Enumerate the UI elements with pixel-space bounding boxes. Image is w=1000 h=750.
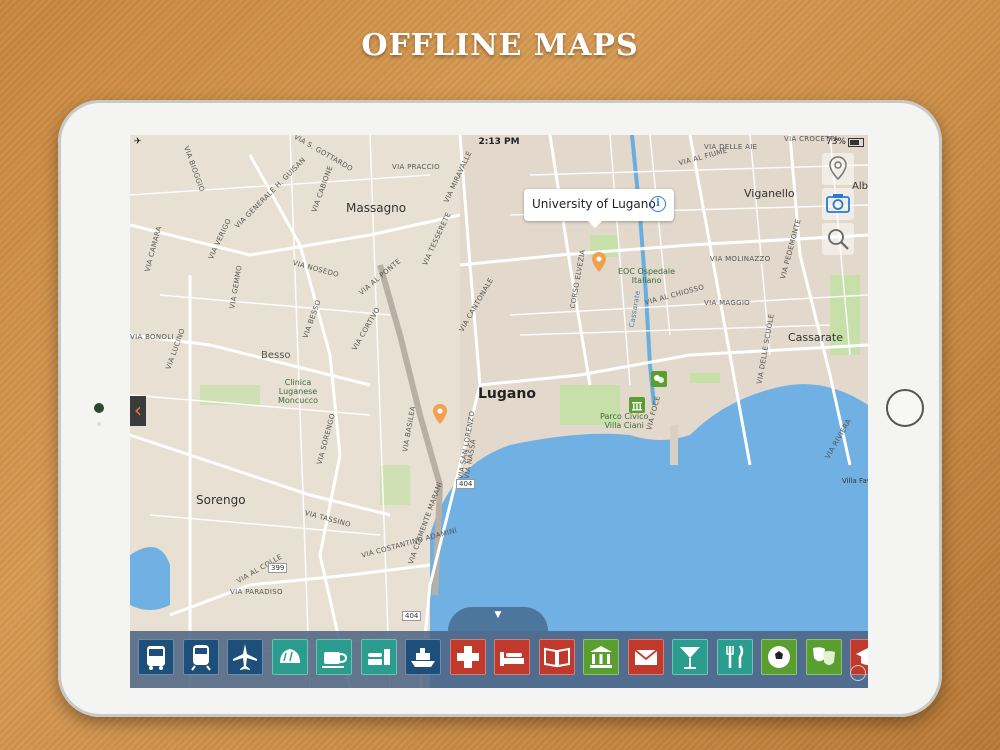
book-category-button[interactable] bbox=[538, 639, 575, 675]
train-category-button[interactable] bbox=[182, 639, 219, 675]
street-bonoli: VIA BONOLI bbox=[130, 333, 174, 341]
street-paradiso: VIA PARADISO bbox=[230, 588, 283, 596]
train-icon bbox=[190, 645, 211, 671]
cocktail-category-button[interactable] bbox=[672, 639, 708, 675]
road-number-404: 404 bbox=[456, 479, 476, 489]
place-lugano: Lugano bbox=[478, 386, 536, 402]
compass-icon[interactable] bbox=[850, 665, 866, 681]
category-dock bbox=[130, 631, 868, 688]
sensor-dot bbox=[97, 422, 101, 426]
book-icon bbox=[543, 647, 570, 668]
street-praccio: VIA PRACCIO bbox=[392, 163, 440, 171]
mail-icon bbox=[633, 649, 658, 665]
location-pin-button[interactable] bbox=[822, 153, 854, 185]
tablet-device: Massagno Lugano Besso Sorengo Viganello … bbox=[58, 100, 942, 717]
restaurant-category-button[interactable] bbox=[716, 639, 753, 675]
info-icon[interactable]: i bbox=[650, 196, 666, 212]
battery-icon bbox=[848, 138, 864, 147]
back-tab[interactable]: ‹ bbox=[130, 396, 146, 426]
road-number-404: 404 bbox=[402, 611, 422, 621]
street-maggio: VIA MAGGIO bbox=[704, 299, 750, 307]
coffee-icon bbox=[322, 652, 348, 668]
pin-outline-icon bbox=[829, 156, 847, 181]
hospital-category-button[interactable] bbox=[449, 639, 486, 675]
place-alb: Alb bbox=[852, 181, 868, 192]
museum-category-button[interactable] bbox=[583, 639, 619, 675]
place-callout[interactable]: University of Lugano i bbox=[524, 189, 674, 228]
camera-button[interactable] bbox=[822, 188, 854, 220]
place-sorengo: Sorengo bbox=[196, 493, 246, 507]
mail-category-button[interactable] bbox=[627, 639, 664, 675]
theatre-icon bbox=[812, 647, 835, 665]
place-viganello: Viganello bbox=[744, 187, 795, 200]
status-time: 2:13 PM bbox=[478, 137, 520, 147]
poi-eoc: EOC Ospedale Italiano bbox=[618, 267, 676, 285]
hospital-icon bbox=[456, 646, 479, 668]
place-cassarate: Cassarate bbox=[788, 331, 843, 344]
ferry-category-button[interactable] bbox=[405, 639, 441, 675]
theatre-marker-icon[interactable] bbox=[651, 371, 667, 387]
chevron-left-icon: ‹ bbox=[134, 398, 142, 422]
camera-icon bbox=[826, 194, 850, 213]
theatre-category-button[interactable] bbox=[805, 639, 842, 675]
place-massagno: Massagno bbox=[346, 201, 407, 215]
map-pin-university[interactable] bbox=[592, 252, 606, 272]
bread-icon bbox=[279, 649, 300, 663]
front-camera bbox=[94, 403, 104, 413]
museum-marker-icon[interactable] bbox=[629, 397, 645, 413]
place-besso: Besso bbox=[261, 350, 291, 361]
bread-category-button[interactable] bbox=[271, 639, 308, 675]
poi-clinica: Clinica Luganese Moncucco bbox=[278, 378, 319, 405]
bus-category-button[interactable] bbox=[138, 639, 174, 675]
battery-percent: 73% bbox=[825, 137, 846, 147]
bus-icon bbox=[147, 646, 165, 670]
road-number-399: 399 bbox=[268, 563, 288, 573]
fastfood-icon bbox=[367, 649, 390, 665]
home-button[interactable] bbox=[886, 389, 924, 427]
museum-icon bbox=[590, 646, 612, 668]
ferry-icon bbox=[411, 648, 435, 667]
football-category-button[interactable] bbox=[761, 639, 797, 675]
screen: Massagno Lugano Besso Sorengo Viganello … bbox=[130, 135, 868, 688]
map-pin[interactable] bbox=[433, 404, 447, 424]
coffee-category-button[interactable] bbox=[316, 639, 352, 675]
restaurant-icon bbox=[725, 645, 743, 668]
poi-parco: Parco Civico Villa Ciani bbox=[600, 412, 649, 430]
triangle-down-icon: ▼ bbox=[494, 610, 502, 620]
airplane-category-button[interactable] bbox=[227, 639, 263, 675]
street-molinazzo: VIA MOLINAZZO bbox=[710, 255, 771, 263]
hotel-category-button[interactable] bbox=[494, 639, 530, 675]
dock-toggle-handle[interactable]: ▼ bbox=[448, 607, 548, 631]
place-villa-fav: Villa Fav bbox=[842, 477, 868, 485]
search-button[interactable] bbox=[822, 223, 854, 255]
airplane-icon bbox=[233, 644, 257, 670]
callout-title: University of Lugano bbox=[532, 197, 656, 211]
football-icon bbox=[768, 646, 790, 668]
search-icon bbox=[828, 229, 849, 250]
fastfood-category-button[interactable] bbox=[360, 639, 397, 675]
headline: OFFLINE MAPS bbox=[361, 28, 639, 63]
status-bar: ✈ 2:13 PM 73% bbox=[130, 135, 868, 151]
hotel-icon bbox=[500, 652, 524, 666]
cocktail-icon bbox=[680, 647, 700, 669]
map-tools bbox=[822, 153, 854, 258]
